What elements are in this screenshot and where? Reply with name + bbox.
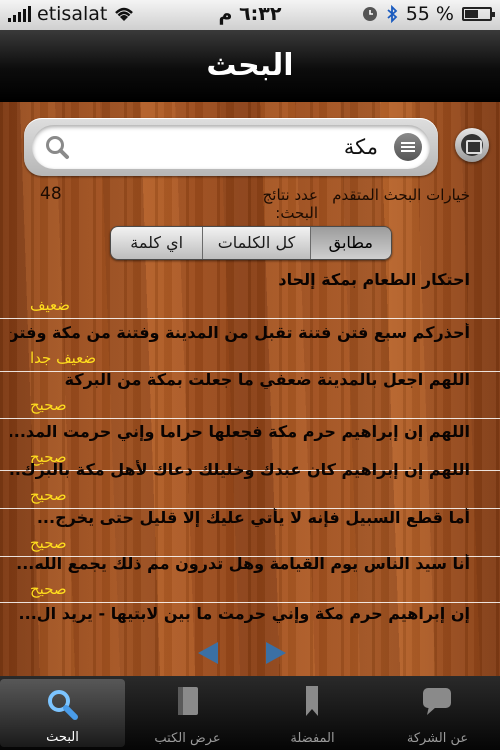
tab-label: عرض الكتب [154,731,221,746]
match-mode-segmented-control: مطابق كل الكلمات اي كلمة [110,226,392,260]
bookmark-icon [306,686,318,716]
result-title: أما قطع السبيل فإنه لا يأتي عليك إلا قلي… [36,508,470,527]
tab-favorites[interactable]: المفضلة [250,676,375,750]
photo-icon[interactable] [455,128,489,162]
speech-bubble-icon [423,688,451,715]
result-grade: صحيح [30,396,67,414]
result-title: أنا سيد الناس يوم القيامة وهل تدرون مم ذ… [16,554,470,573]
result-title: احتكار الطعام بمكة إلحاد [278,270,470,289]
battery-icon [462,7,495,21]
list-item[interactable]: إن إبراهيم حرم مكة وإني حرمت ما بين لابت… [0,600,500,658]
search-icon [48,690,78,720]
result-grade: ضعيف [30,296,71,314]
list-icon[interactable] [394,133,422,161]
search-value[interactable]: مكة [344,125,378,169]
result-grade: ضعيف جدا [30,349,97,367]
right-arrow-icon[interactable] [266,642,286,664]
result-title: اللهم إن إبراهيم كان عبدك وخليلك دعاك لأ… [10,460,470,479]
tab-about-company[interactable]: عن الشركة [375,676,500,750]
segment-all-words[interactable]: كل الكلمات [202,227,310,259]
search-bar: مكة [24,118,438,176]
search-input[interactable]: مكة [32,125,430,169]
book-icon [178,687,198,715]
page-title: البحث [206,48,294,83]
results-count: 48 [40,184,62,204]
navigation-bar: البحث [0,30,500,102]
advanced-search-options-link[interactable]: خيارات البحث المتقدم [332,186,470,204]
tab-view-books[interactable]: عرض الكتب [125,676,250,750]
bluetooth-icon [387,5,398,23]
tab-label: عن الشركة [406,731,469,746]
tab-bar: البحث عرض الكتب المفضلة عن الشركة [0,676,500,750]
result-title: اللهم إن إبراهيم حرم مكة فجعلها حراما وإ… [10,422,470,441]
segment-exact-match[interactable]: مطابق [309,227,391,259]
result-grade: صحيح [30,486,67,504]
list-item[interactable]: اللهم اجعل بالمدينة ضعفي ما جعلت بمكة من… [0,366,500,424]
result-title: اللهم اجعل بالمدينة ضعفي ما جعلت بمكة من… [64,370,470,389]
clock-icon [362,7,377,21]
result-grade: صحيح [30,580,67,598]
tab-label: البحث [46,730,79,745]
list-item[interactable]: احتكار الطعام بمكة إلحاد ضعيف [0,266,500,324]
search-icon [46,136,69,159]
result-title: إن إبراهيم حرم مكة وإني حرمت ما بين لابت… [18,604,470,623]
left-arrow-icon[interactable] [198,642,218,664]
segment-any-word[interactable]: اي كلمة [111,227,203,259]
status-bar: etisalat ٦:٣٢ م 55 % [0,0,500,30]
battery-percent: 55 % [405,3,454,25]
tab-label: المفضلة [290,731,335,746]
result-title: أحذركم سبع فتن فتنة تقبل من المدينة وفتن… [10,323,470,342]
results-count-label: عدد نتائج البحث: [262,186,318,222]
tab-search[interactable]: البحث [0,679,125,747]
